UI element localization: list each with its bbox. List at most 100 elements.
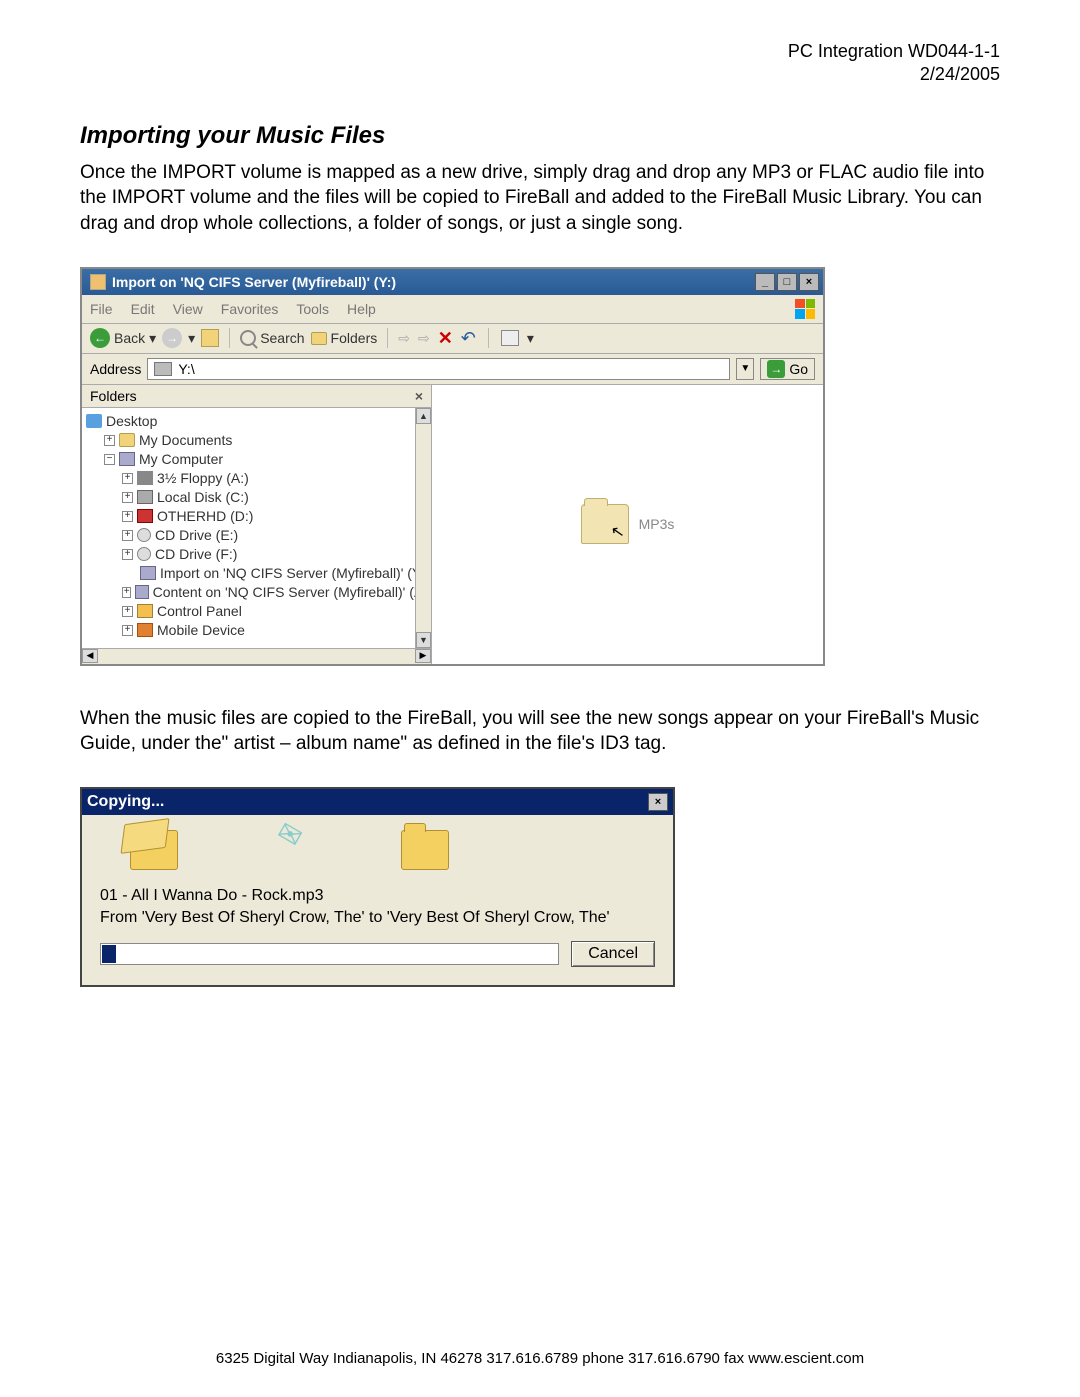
tree-cdf[interactable]: +CD Drive (F:) [86, 545, 431, 564]
windows-logo-icon [795, 299, 815, 319]
doc-id: PC Integration WD044-1-1 [80, 40, 1000, 63]
tree-cde[interactable]: +CD Drive (E:) [86, 526, 431, 545]
undo-button[interactable]: ↶ [461, 328, 476, 349]
moveto-icon[interactable]: ⇨ [398, 330, 410, 347]
go-button[interactable]: → Go [760, 358, 815, 380]
tree-mydocs[interactable]: +My Documents [86, 431, 431, 450]
address-label: Address [90, 361, 141, 377]
expander-icon[interactable]: + [122, 511, 133, 522]
window-title: Import on 'NQ CIFS Server (Myfireball)' … [112, 274, 396, 290]
tree-mobile[interactable]: +Mobile Device [86, 621, 431, 640]
tree-mycomp[interactable]: −My Computer [86, 450, 431, 469]
menu-help[interactable]: Help [347, 301, 376, 317]
floppy-icon [137, 471, 153, 485]
drive-icon [154, 362, 172, 376]
intro-paragraph: Once the IMPORT volume is mapped as a ne… [80, 160, 1000, 237]
copy-title: Copying... [87, 793, 164, 811]
disk-icon [137, 490, 153, 504]
expander-icon[interactable]: + [122, 473, 133, 484]
address-value: Y:\ [178, 361, 194, 377]
content-pane[interactable]: ↖ MP3s [432, 385, 823, 664]
controlpanel-icon [137, 604, 153, 618]
back-button[interactable]: ← Back ▾ [90, 328, 156, 348]
close-button[interactable]: × [799, 273, 819, 291]
expander-icon[interactable]: + [122, 625, 133, 636]
tree-desktop[interactable]: Desktop [86, 412, 431, 431]
expander-icon[interactable]: + [122, 587, 131, 598]
folder-icon [311, 332, 327, 345]
folders-close-button[interactable]: × [415, 388, 423, 404]
folder-icon [119, 433, 135, 447]
tree-localdisk[interactable]: +Local Disk (C:) [86, 488, 431, 507]
mobile-icon [137, 623, 153, 637]
mp3-folder-label: MP3s [639, 516, 675, 532]
back-icon: ← [90, 328, 110, 348]
expander-icon[interactable]: + [122, 606, 133, 617]
vertical-scrollbar[interactable]: ▲ ▼ [415, 408, 431, 648]
up-button[interactable] [201, 329, 219, 347]
source-folder-icon [130, 830, 178, 870]
address-input[interactable]: Y:\ [147, 358, 730, 380]
scroll-down-icon[interactable]: ▼ [416, 632, 431, 648]
doc-date: 2/24/2005 [80, 63, 1000, 86]
page-footer: 6325 Digital Way Indianapolis, IN 46278 … [0, 1350, 1080, 1367]
tree-otherhd[interactable]: +OTHERHD (D:) [86, 507, 431, 526]
cancel-button[interactable]: Cancel [571, 941, 655, 967]
menu-favorites[interactable]: Favorites [221, 301, 279, 317]
scroll-up-icon[interactable]: ▲ [416, 408, 431, 424]
expander-icon[interactable]: + [122, 530, 133, 541]
maximize-button[interactable]: □ [777, 273, 797, 291]
tree-cpanel[interactable]: +Control Panel [86, 602, 431, 621]
dest-folder-icon [401, 830, 449, 870]
copy-close-button[interactable]: × [648, 793, 668, 811]
go-icon: → [767, 360, 785, 378]
search-button[interactable]: Search [240, 330, 304, 346]
cd-icon [137, 528, 151, 542]
disk-icon [137, 509, 153, 523]
titlebar: Import on 'NQ CIFS Server (Myfireball)' … [82, 269, 823, 295]
delete-button[interactable]: ✕ [438, 328, 453, 349]
expander-icon[interactable]: − [104, 454, 115, 465]
netdrive-icon [140, 566, 156, 580]
tree-content[interactable]: +Content on 'NQ CIFS Server (Myfireball)… [86, 583, 431, 602]
mp3-folder-item[interactable]: ↖ [581, 504, 629, 544]
menu-view[interactable]: View [173, 301, 203, 317]
minimize-button[interactable]: _ [755, 273, 775, 291]
search-icon [240, 330, 256, 346]
addressbar: Address Y:\ ▼ → Go [82, 354, 823, 385]
progress-bar [100, 943, 559, 965]
scroll-left-icon[interactable]: ◀ [82, 649, 98, 663]
folders-pane: Folders × Desktop +My Documents −My Comp… [82, 385, 432, 664]
folders-button[interactable]: Folders [311, 330, 378, 346]
copy-animation: ✉ [100, 830, 655, 870]
cd-icon [137, 547, 151, 561]
explorer-window: Import on 'NQ CIFS Server (Myfireball)' … [80, 267, 825, 666]
tree-import[interactable]: Import on 'NQ CIFS Server (Myfireball)' … [86, 564, 431, 583]
copy-fromto: From 'Very Best Of Sheryl Crow, The' to … [100, 907, 655, 929]
tree-floppy[interactable]: +3½ Floppy (A:) [86, 469, 431, 488]
netdrive-icon [135, 585, 148, 599]
address-dropdown[interactable]: ▼ [736, 358, 754, 380]
progress-fill [102, 945, 116, 963]
horizontal-scrollbar[interactable]: ◀ ▶ [82, 648, 431, 664]
menu-file[interactable]: File [90, 301, 113, 317]
folders-pane-label: Folders [90, 388, 137, 404]
forward-button[interactable]: → [162, 328, 182, 348]
expander-icon[interactable]: + [122, 492, 133, 503]
window-icon [90, 274, 106, 290]
menu-edit[interactable]: Edit [131, 301, 155, 317]
scroll-right-icon[interactable]: ▶ [415, 649, 431, 663]
toolbar: ← Back ▾ → ▾ Search Folders ⇨ ⇨ ✕ ↶ [82, 324, 823, 354]
menu-tools[interactable]: Tools [296, 301, 329, 317]
copy-filename: 01 - All I Wanna Do - Rock.mp3 [100, 885, 655, 907]
expander-icon[interactable]: + [104, 435, 115, 446]
desktop-icon [86, 414, 102, 428]
copy-dialog: Copying... × ✉ 01 - All I Wanna Do - Roc… [80, 787, 675, 987]
views-button[interactable] [501, 330, 519, 346]
page-header: PC Integration WD044-1-1 2/24/2005 [80, 40, 1000, 87]
copyto-icon[interactable]: ⇨ [418, 330, 430, 347]
menubar: File Edit View Favorites Tools Help [82, 295, 823, 324]
mid-paragraph: When the music files are copied to the F… [80, 706, 1000, 757]
computer-icon [119, 452, 135, 466]
expander-icon[interactable]: + [122, 549, 133, 560]
